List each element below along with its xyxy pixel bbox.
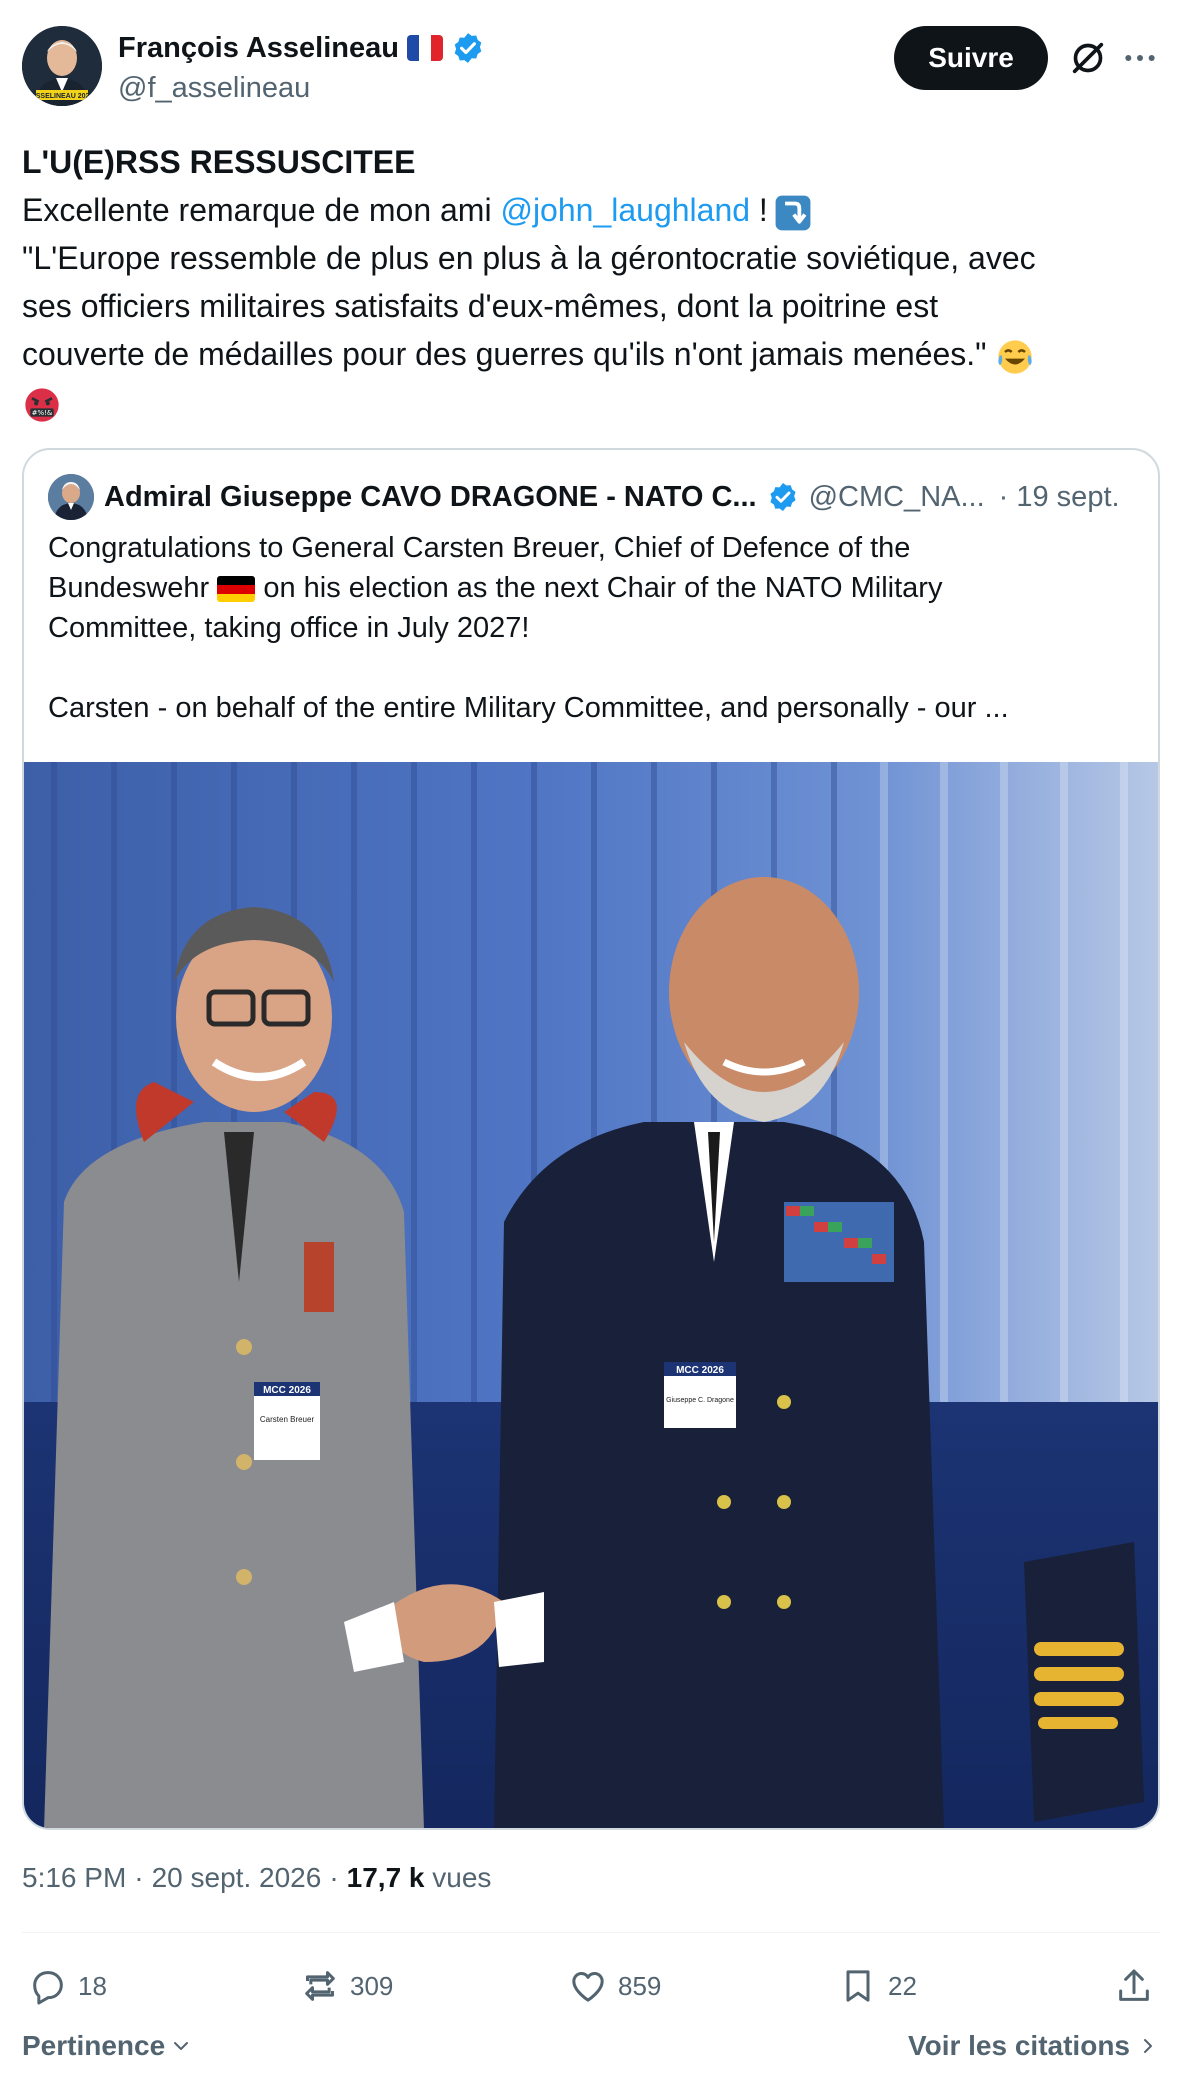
bookmark-count: 22 [888,1970,917,2001]
left-badge-event: MCC 2026 [263,1385,311,1396]
right-badge-event: MCC 2026 [676,1365,724,1376]
action-bar: 18 309 859 22 [22,1962,1160,2010]
tweet-line-5-text: couverte de médailles pour des guerres q… [22,336,996,372]
left-badge-name: Carsten Breuer [260,1415,315,1424]
reply-icon [33,1971,63,2005]
view-quotes-label: Voir les citations [908,2030,1130,2061]
quoted-tweet-body: Congratulations to General Carsten Breue… [48,528,1138,728]
like-button[interactable]: 859 [568,1962,661,2010]
chevron-right-icon [1144,2039,1152,2053]
quoted-line-4: Carsten - on behalf of the entire Milita… [48,692,1009,724]
quoted-line-2-text: Bundeswehr [48,572,218,604]
repost-icon [305,1971,335,2001]
arrow-down-emoji-icon [775,195,811,230]
views-label: vues [432,1862,492,1893]
reply-count: 18 [78,1970,107,2001]
svg-text:#%!&: #%!& [32,409,53,417]
verified-badge-icon [770,483,796,511]
sort-label: Pertinence [22,2030,166,2061]
bookmark-button[interactable]: 22 [838,1962,917,2010]
tweet-line-6: #%!& [22,378,1162,426]
tweet-line-4: ses officiers militaires satisfaits d'eu… [22,288,939,324]
like-icon [572,1972,604,2002]
tweet-meta: 5:16 PM · 20 sept. 2026 · 17,7 k vues [22,1862,491,1894]
tweet-line-2: Excellente remarque de mon ami @john_lau… [22,186,1162,234]
quoted-author-handle[interactable]: @CMC_NA... [809,481,985,514]
tweet-time[interactable]: 5:16 PM [22,1862,126,1894]
tweet-date[interactable]: 20 sept. 2026 [152,1862,322,1894]
handshake-photo: MCC 2026 Carsten Breuer MCC 2026 Giusepp… [24,762,1158,1828]
quoted-tweet[interactable]: Admiral Giuseppe CAVO DRAGONE - NATO C..… [22,448,1160,1830]
german-flag-icon [217,576,256,603]
tweet-line-5: couverte de médailles pour des guerres q… [22,330,1162,378]
meta-separator: · [329,1862,339,1893]
reply-button[interactable]: 18 [28,1962,107,2010]
tweet-headline: L'U(E)RSS RESSUSCITEE [22,144,416,180]
quoted-line-2: Bundeswehr on his election as the next C… [48,568,1138,608]
quoted-photo[interactable]: MCC 2026 Carsten Breuer MCC 2026 Giusepp… [24,762,1158,1828]
view-quotes-link[interactable]: Voir les citations [908,2030,1160,2062]
tweet-header: ASSELINEAU 2027 François Asselineau @f_a… [22,24,1160,114]
tweet-body: L'U(E)RSS RESSUSCITEE Excellente remarqu… [22,138,1162,426]
author-photo: ASSELINEAU 2027 [22,26,102,106]
author-avatar[interactable]: ASSELINEAU 2027 [22,26,102,106]
views-count-group: 17,7 k vues [347,1862,492,1894]
author-handle[interactable]: @f_asselineau [118,72,485,105]
divider [22,1932,1160,1933]
cursing-face-emoji-icon: #%!& [25,387,59,422]
author-info: François Asselineau @f_asselineau [118,28,485,105]
quoted-avatar-photo [48,474,94,520]
french-flag-icon [406,35,443,61]
chevron-down-icon [174,2042,189,2050]
meta-separator: · [134,1862,144,1893]
quoted-blank-line [48,648,1138,688]
quoted-tweet-time[interactable]: · 19 sept. [999,481,1120,514]
quoted-line-2-suffix: on his election as the next Chair of the… [255,572,943,604]
avatar-caption: ASSELINEAU 2027 [31,93,94,100]
tweet-line-2-suffix: ! [750,192,768,228]
quoted-line-1: Congratulations to General Carsten Breue… [48,532,911,564]
follow-button[interactable]: Suivre [894,26,1048,90]
replies-footer: Pertinence Voir les citations [22,2024,1160,2072]
mention-link[interactable]: @john_laughland [500,192,750,228]
right-badge-name: Giuseppe C. Dragone [666,1397,734,1404]
grok-icon[interactable] [1068,38,1108,78]
like-count: 859 [618,1970,662,2001]
repost-button[interactable]: 309 [300,1962,393,2010]
quoted-tweet-header: Admiral Giuseppe CAVO DRAGONE - NATO C..… [48,474,1120,520]
repost-count: 309 [350,1970,394,2001]
share-button[interactable] [1114,1962,1154,2010]
verified-badge-icon [454,33,482,63]
sort-dropdown[interactable]: Pertinence [22,2030,193,2062]
bookmark-icon [846,1970,870,2002]
quoted-author-name[interactable]: Admiral Giuseppe CAVO DRAGONE - NATO C..… [104,481,757,514]
tweet-line-3: "L'Europe ressemble de plus en plus à la… [22,240,1036,276]
views-count: 17,7 k [346,1862,425,1893]
quoted-line-3: Committee, taking office in July 2027! [48,612,530,644]
author-name[interactable]: François Asselineau [118,32,399,65]
more-icon[interactable] [1120,38,1160,78]
tweet-line-2-text: Excellente remarque de mon ami [22,192,501,228]
laughing-tears-emoji-icon [998,339,1033,374]
share-icon [1119,1969,1149,2001]
quoted-author-avatar[interactable] [48,474,94,520]
